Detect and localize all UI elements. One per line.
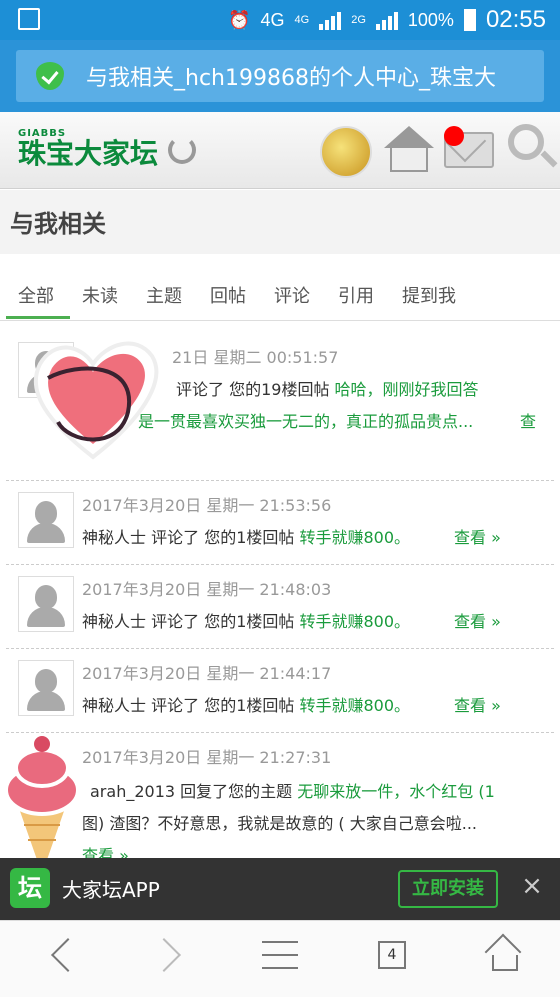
browser-url-bar: 与我相关_hch199868的个人中心_珠宝大 — [0, 40, 560, 112]
item-content-line2[interactable]: 是一贯最喜欢买独一无二的，真正的孤品贵点... — [138, 408, 473, 432]
item-content[interactable]: 转手就赚800。 — [299, 696, 410, 715]
site-logo[interactable]: GIABBS 珠宝大家坛 — [18, 128, 158, 169]
status-bar: ⏰ 4G 4G 2G 100% 02:55 — [0, 0, 560, 40]
unread-dot — [444, 126, 464, 146]
item-action: 评论了 您的19楼回帖 — [176, 380, 330, 399]
item-content[interactable]: 哈哈，刚刚好我回答 — [335, 380, 479, 399]
item-content[interactable]: 转手就赚800。 — [299, 612, 410, 631]
item-action: 回复了您的主题 — [180, 782, 293, 801]
alarm-icon: ⏰ — [228, 9, 251, 30]
item-action: 评论了 您的1楼回帖 — [151, 612, 295, 631]
item-time: 21日 星期二 00:51:57 — [172, 348, 339, 367]
divider — [6, 732, 554, 733]
page-title-text: 与我相关_hch199868的个人中心_珠宝大 — [86, 66, 496, 91]
tab-unread[interactable]: 未读 — [82, 282, 118, 308]
item-content-line2[interactable]: 图) 渣图？不好意思，我就是故意的 ( 大家自己意会啦... — [82, 810, 477, 834]
view-link[interactable]: 查 — [520, 408, 536, 432]
tab-replies[interactable]: 回帖 — [210, 282, 246, 308]
secure-shield-icon — [36, 62, 64, 90]
clock: 02:55 — [485, 6, 546, 33]
page-heading: 与我相关 — [10, 210, 106, 238]
browser-bottom-nav: 4 — [0, 920, 560, 997]
tab-all[interactable]: 全部 — [18, 282, 54, 308]
list-item[interactable]: 2017年3月20日 星期一 21:53:56 神秘人士 评论了 您的1楼回帖 … — [0, 482, 560, 562]
item-text: 神秘人士 评论了 您的1楼回帖 转手就赚800。 — [82, 524, 410, 548]
menu-icon[interactable] — [262, 941, 298, 971]
item-user[interactable]: 神秘人士 — [82, 528, 146, 547]
item-user[interactable]: 神秘人士 — [82, 612, 146, 631]
search-icon[interactable] — [508, 124, 544, 160]
view-link[interactable]: 查看 » — [454, 524, 501, 548]
item-text: 神秘人士 评论了 您的1楼回帖 转手就赚800。 — [82, 692, 410, 716]
list-item[interactable]: 2017年3月20日 星期一 21:27:31 arah_2013 回复了您的主… — [0, 734, 560, 865]
view-link[interactable]: 查看 » — [454, 692, 501, 716]
avatar[interactable] — [18, 576, 74, 632]
tab-mentions[interactable]: 提到我 — [402, 282, 456, 308]
signal-icon-2 — [375, 10, 398, 30]
app-logo-icon: 坛 — [10, 868, 50, 908]
battery-percent: 100% — [407, 9, 454, 30]
item-time: 2017年3月20日 星期一 21:27:31 — [82, 748, 332, 767]
user-avatar-icon[interactable] — [320, 126, 372, 178]
avatar[interactable] — [18, 660, 74, 716]
item-time: 2017年3月20日 星期一 21:48:03 — [82, 580, 332, 599]
divider — [6, 480, 554, 481]
battery-icon — [463, 9, 476, 31]
network-type: 4G — [260, 9, 285, 30]
divider — [6, 564, 554, 565]
divider — [6, 648, 554, 649]
refresh-icon[interactable] — [168, 136, 196, 164]
forward-icon[interactable] — [147, 938, 181, 972]
item-text: 评论了 您的19楼回帖 哈哈，刚刚好我回答 — [176, 376, 479, 400]
logo-big-text: 珠宝大家坛 — [18, 137, 159, 170]
item-content[interactable]: 转手就赚800。 — [299, 528, 410, 547]
list-item[interactable]: 2017年3月20日 星期一 21:44:17 神秘人士 评论了 您的1楼回帖 … — [0, 650, 560, 730]
home-icon[interactable] — [384, 126, 434, 174]
gallery-icon — [18, 8, 40, 30]
active-tab-indicator — [6, 316, 70, 319]
item-action: 评论了 您的1楼回帖 — [151, 696, 295, 715]
network-2g-label: 2G — [351, 14, 366, 26]
list-item[interactable]: 2017年3月20日 星期一 21:48:03 神秘人士 评论了 您的1楼回帖 … — [0, 566, 560, 646]
site-header: GIABBS 珠宝大家坛 — [0, 112, 560, 189]
home-nav-icon[interactable] — [484, 933, 522, 971]
item-action: 评论了 您的1楼回帖 — [151, 528, 295, 547]
filter-tabs: 全部 未读 主题 回帖 评论 引用 提到我 — [0, 270, 560, 321]
back-icon[interactable] — [51, 938, 85, 972]
network-4g-label: 4G — [294, 14, 310, 26]
app-name: 大家坛APP — [62, 878, 160, 902]
item-text: 神秘人士 评论了 您的1楼回帖 转手就赚800。 — [82, 608, 410, 632]
item-text: arah_2013 回复了您的主题 无聊来放一件，水个红包 (1 — [90, 778, 495, 802]
item-user[interactable]: arah_2013 — [90, 782, 175, 801]
tab-comments[interactable]: 评论 — [274, 282, 310, 308]
tab-topics[interactable]: 主题 — [146, 282, 182, 308]
install-button[interactable]: 立即安装 — [398, 870, 498, 908]
tab-quotes[interactable]: 引用 — [338, 282, 374, 308]
avatar[interactable] — [18, 492, 74, 548]
item-user[interactable]: 神秘人士 — [82, 696, 146, 715]
item-time: 2017年3月20日 星期一 21:53:56 — [82, 496, 332, 515]
address-field[interactable]: 与我相关_hch199868的个人中心_珠宝大 — [16, 50, 544, 102]
heart-sticker-icon — [33, 341, 159, 460]
item-time: 2017年3月20日 星期一 21:44:17 — [82, 664, 332, 683]
app-download-banner: 坛 大家坛APP 立即安装 × — [0, 858, 560, 920]
item-content[interactable]: 无聊来放一件，水个红包 (1 — [297, 782, 495, 801]
page-heading-bar: 与我相关 — [0, 190, 560, 254]
view-link[interactable]: 查看 » — [454, 608, 501, 632]
close-icon[interactable]: × — [518, 872, 546, 900]
tabs-count-button[interactable]: 4 — [378, 941, 406, 969]
signal-icon — [319, 10, 342, 30]
